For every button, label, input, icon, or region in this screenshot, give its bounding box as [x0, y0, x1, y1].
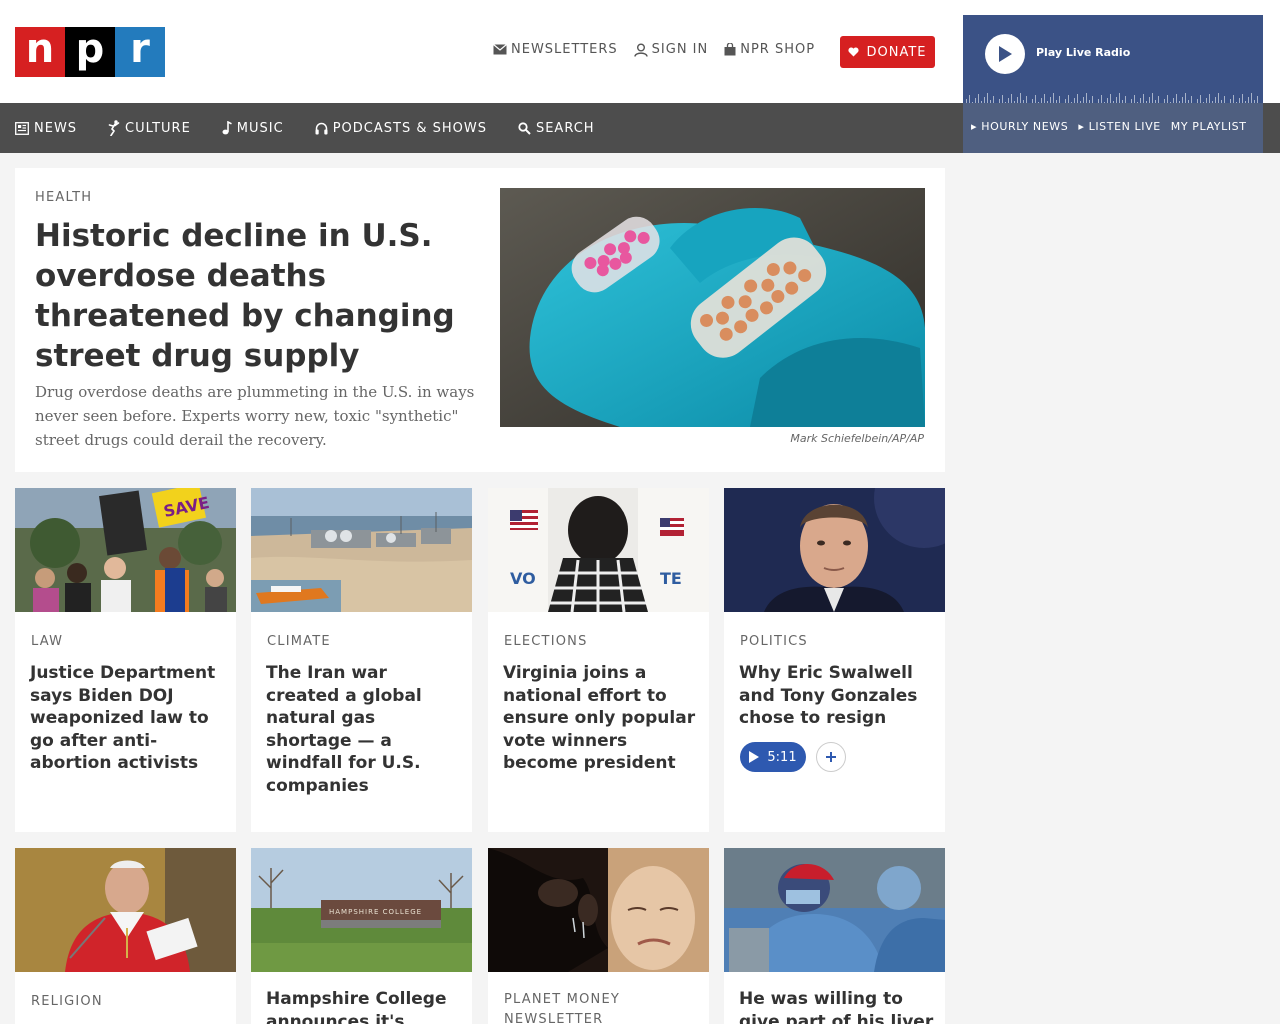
- story-card-politics: POLITICS Why Eric Swalwell and Tony Gonz…: [724, 488, 945, 832]
- logo-r: r: [115, 27, 165, 77]
- newsletters-label: NEWSLETTERS: [511, 42, 618, 57]
- card-image-climate[interactable]: [251, 488, 472, 612]
- card-kicker-planet-money[interactable]: PLANET MONEY NEWSLETTER: [504, 990, 694, 1024]
- card-headline-hampshire[interactable]: Hampshire College announces it's closing: [266, 988, 461, 1024]
- nav-music[interactable]: MUSIC: [222, 121, 284, 136]
- lead-image[interactable]: [500, 188, 925, 427]
- newspaper-icon: [15, 121, 29, 135]
- card-headline-elections[interactable]: Virginia joins a national effort to ensu…: [503, 662, 698, 775]
- card-kicker-elections[interactable]: ELECTIONS: [504, 634, 588, 649]
- user-icon: [633, 43, 648, 57]
- newsletters-link[interactable]: NEWSLETTERS: [493, 42, 618, 57]
- main-nav: NEWS CULTURE MUSIC PODCASTS & SHOWS SEAR…: [0, 103, 963, 153]
- nav-search-label: SEARCH: [535, 120, 595, 136]
- npr-shop-label: NPR SHOP: [740, 42, 816, 57]
- story-card-liver: He was willing to give part of his liver…: [724, 848, 945, 1024]
- nav-news[interactable]: NEWS: [15, 121, 77, 136]
- card-image-planet-money[interactable]: [488, 848, 709, 972]
- play-icon: [749, 751, 760, 763]
- listen-live-label: LISTEN LIVE: [1088, 120, 1161, 133]
- play-live-radio-label: Play Live Radio: [1036, 46, 1131, 59]
- hourly-news-label: HOURLY NEWS: [981, 120, 1069, 133]
- card-headline-law[interactable]: Justice Department says Biden DOJ weapon…: [30, 662, 225, 775]
- card-image-hampshire[interactable]: HAMPSHIRE COLLEGE: [251, 848, 472, 972]
- music-note-icon: [222, 121, 232, 135]
- search-icon: [518, 121, 531, 135]
- utility-nav: NEWSLETTERS SIGN IN NPR SHOP: [493, 42, 831, 57]
- audio-controls: 5:11: [740, 742, 846, 772]
- card-kicker-climate[interactable]: CLIMATE: [267, 634, 331, 649]
- nav-music-label: MUSIC: [236, 120, 284, 136]
- logo-p: p: [65, 27, 115, 77]
- nav-culture-label: CULTURE: [125, 120, 191, 136]
- npr-shop-link[interactable]: NPR SHOP: [724, 42, 815, 57]
- donate-button[interactable]: DONATE: [840, 36, 935, 68]
- college-sign-text: HAMPSHIRE COLLEGE: [329, 908, 422, 916]
- culture-icon: [108, 120, 120, 136]
- story-card-hampshire: HAMPSHIRE COLLEGE Hampshire College anno…: [251, 848, 472, 1024]
- audio-duration: 5:11: [767, 749, 797, 765]
- card-kicker-religion[interactable]: RELIGION: [31, 994, 103, 1009]
- sign-in-link[interactable]: SIGN IN: [633, 42, 709, 57]
- npr-logo[interactable]: n p r: [15, 27, 165, 77]
- headphones-icon: [315, 122, 328, 134]
- card-image-liver[interactable]: [724, 848, 945, 972]
- lead-story: HEALTH Historic decline in U.S. overdose…: [15, 168, 945, 472]
- add-to-playlist-button[interactable]: [816, 742, 846, 772]
- play-audio-button[interactable]: 5:11: [740, 742, 806, 772]
- play-live-radio-button[interactable]: [985, 34, 1025, 74]
- envelope-icon: [493, 44, 507, 55]
- hourly-news-link[interactable]: ▸ HOURLY NEWS: [971, 120, 1068, 133]
- story-card-planet-money: PLANET MONEY NEWSLETTER: [488, 848, 709, 1024]
- bag-icon: [724, 43, 736, 56]
- card-image-politics[interactable]: [724, 488, 945, 612]
- my-playlist-link[interactable]: MY PLAYLIST: [1171, 120, 1247, 133]
- listen-live-link[interactable]: ▸ LISTEN LIVE: [1078, 120, 1160, 133]
- card-kicker-law[interactable]: LAW: [31, 634, 63, 649]
- vote-sign-left: VO: [510, 569, 536, 588]
- nav-edge: [1263, 103, 1280, 153]
- lead-image-credit: Mark Schiefelbein/AP/AP: [790, 432, 924, 445]
- player-links: ▸ HOURLY NEWS ▸ LISTEN LIVE MY PLAYLIST: [971, 120, 1247, 133]
- donate-label: DONATE: [866, 44, 927, 60]
- card-image-elections[interactable]: VO TE: [488, 488, 709, 612]
- card-image-religion[interactable]: [15, 848, 236, 972]
- lead-teaser: Drug overdose deaths are plummeting in t…: [35, 383, 475, 449]
- card-kicker-politics[interactable]: POLITICS: [740, 634, 808, 649]
- story-card-elections: VO TE ELECTIONS Virginia joins a nationa…: [488, 488, 709, 832]
- play-icon: [999, 46, 1012, 62]
- nav-news-label: NEWS: [34, 120, 78, 136]
- sign-in-label: SIGN IN: [651, 42, 709, 57]
- live-radio-player: Play Live Radio ▸ HOURLY NEWS ▸ LISTEN L…: [963, 15, 1263, 153]
- logo-n: n: [15, 27, 65, 77]
- lead-kicker[interactable]: HEALTH: [35, 190, 92, 205]
- my-playlist-label: MY PLAYLIST: [1170, 120, 1247, 133]
- story-card-religion: RELIGION: [15, 848, 236, 1024]
- lead-headline[interactable]: Historic decline in U.S. overdose deaths…: [35, 216, 465, 376]
- story-card-climate: CLIMATE The Iran war created a global na…: [251, 488, 472, 832]
- nav-podcasts-label: PODCASTS & SHOWS: [332, 120, 487, 136]
- card-image-law[interactable]: SAVE: [15, 488, 236, 612]
- nav-culture[interactable]: CULTURE: [108, 120, 191, 136]
- card-headline-climate[interactable]: The Iran war created a global natural ga…: [266, 662, 461, 797]
- heart-icon: [848, 47, 860, 57]
- card-headline-liver[interactable]: He was willing to give part of his liver…: [739, 988, 934, 1024]
- nav-search[interactable]: SEARCH: [518, 121, 595, 136]
- story-card-law: SAVE LAW Justice Department says Biden D…: [15, 488, 236, 832]
- plus-icon: [826, 752, 836, 762]
- vote-sign-right: TE: [660, 569, 682, 588]
- nav-podcasts[interactable]: PODCASTS & SHOWS: [315, 121, 487, 136]
- card-headline-politics[interactable]: Why Eric Swalwell and Tony Gonzales chos…: [739, 662, 934, 730]
